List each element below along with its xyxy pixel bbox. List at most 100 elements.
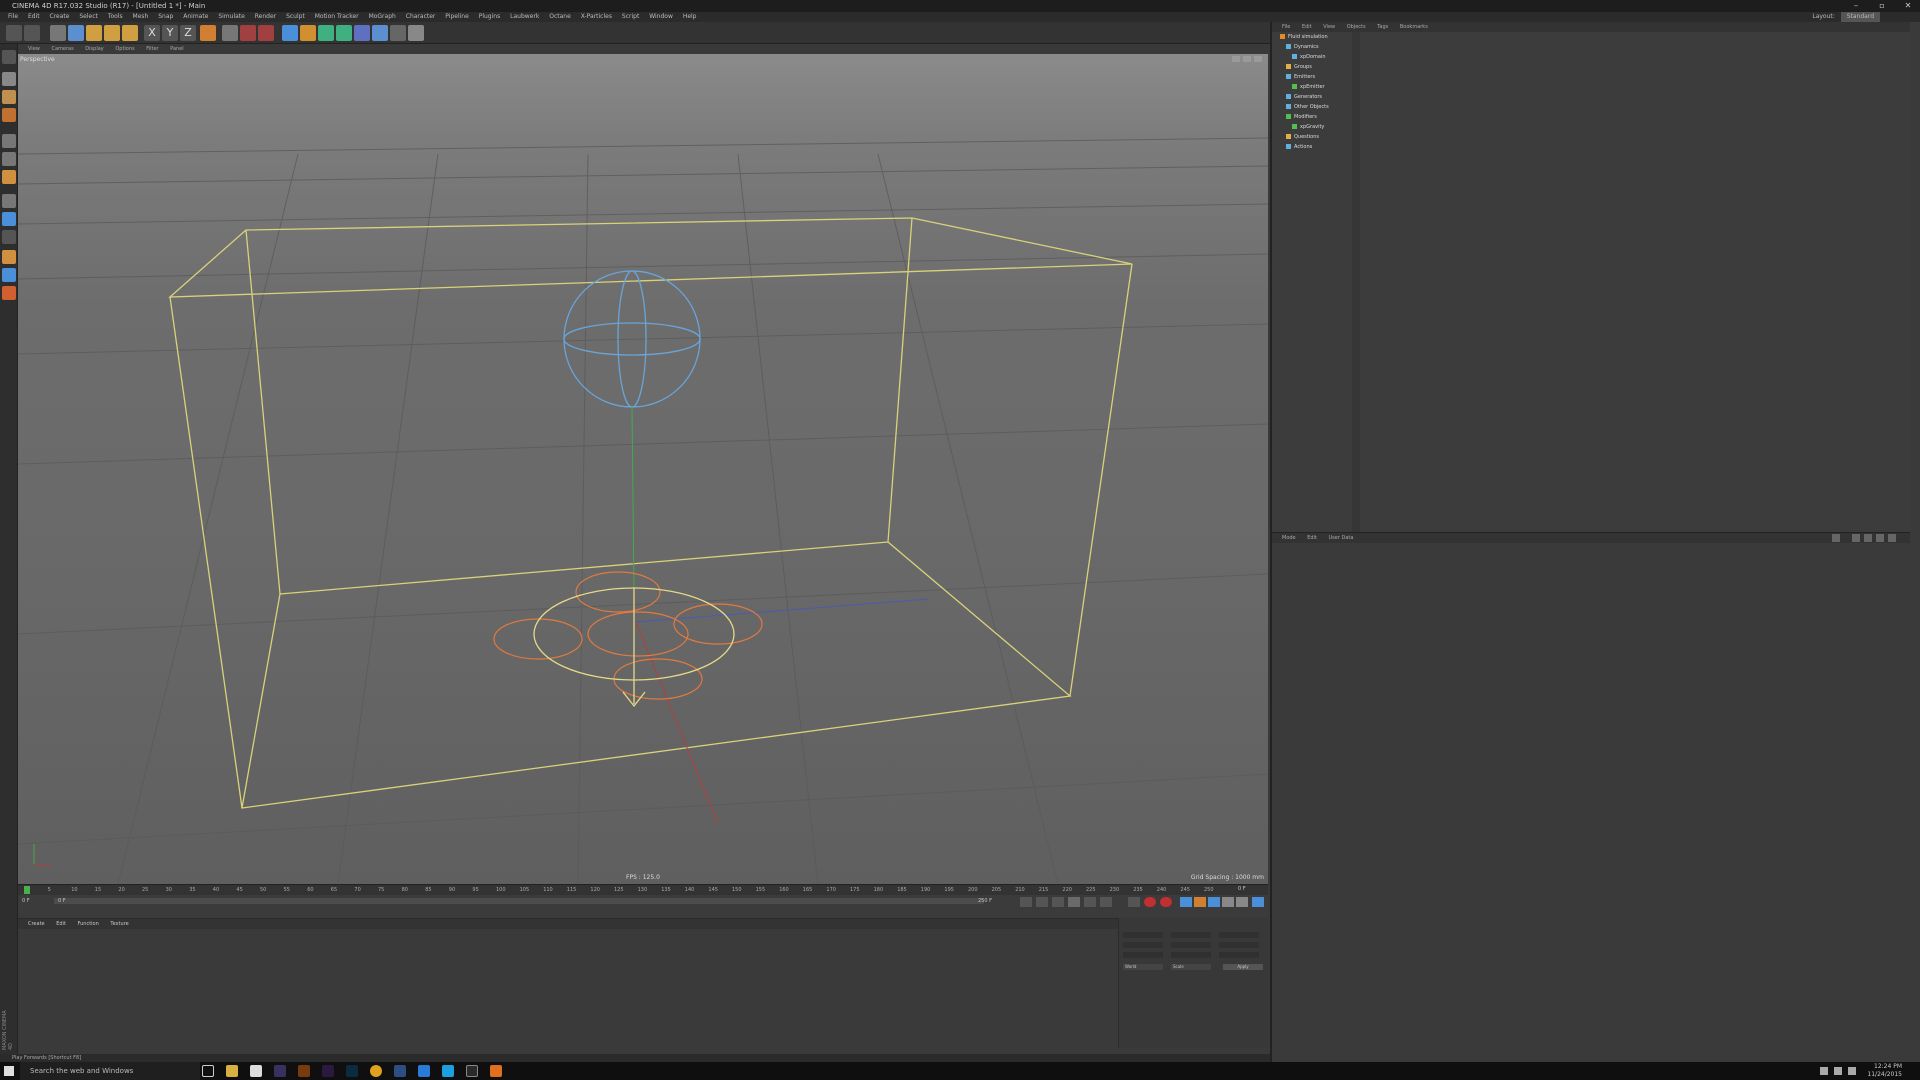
- recent-tool-icon[interactable]: [122, 25, 138, 41]
- end-frame[interactable]: 250 F: [978, 898, 992, 904]
- deformer-icon[interactable]: [354, 25, 370, 41]
- live-selection-icon[interactable]: [50, 25, 66, 41]
- obj-menu-edit[interactable]: Edit: [1302, 24, 1312, 30]
- snap-icon[interactable]: [2, 230, 16, 244]
- previous-frame-icon[interactable]: [1052, 897, 1064, 907]
- floor-icon[interactable]: [372, 25, 388, 41]
- volume-icon[interactable]: [1834, 1067, 1842, 1075]
- task-view-icon[interactable]: [202, 1065, 214, 1077]
- lock-workplane-icon[interactable]: [2, 268, 16, 282]
- premiere-icon[interactable]: [322, 1065, 334, 1077]
- terminal-icon[interactable]: [466, 1065, 478, 1077]
- object-row[interactable]: Modifiers: [1286, 112, 1358, 122]
- rotation-h-field[interactable]: [1219, 932, 1259, 938]
- workplane-icon[interactable]: [2, 108, 16, 122]
- object-row[interactable]: Groups: [1286, 62, 1358, 72]
- axis-mode-icon[interactable]: [2, 194, 16, 208]
- menu-laubwerk[interactable]: Laubwerk: [510, 12, 539, 22]
- size-y-field[interactable]: [1171, 942, 1211, 948]
- menu-snap[interactable]: Snap: [158, 12, 173, 22]
- obj-menu-tags[interactable]: Tags: [1377, 24, 1388, 30]
- menu-select[interactable]: Select: [79, 12, 98, 22]
- domain-box[interactable]: [168, 217, 1133, 809]
- planar-workplane-icon[interactable]: [2, 286, 16, 300]
- object-row[interactable]: Actions: [1286, 142, 1358, 152]
- key-position-icon[interactable]: [1180, 897, 1192, 907]
- system-clock[interactable]: 12:24 PM 11/24/2015: [1867, 1063, 1902, 1079]
- menu-script[interactable]: Script: [622, 12, 639, 22]
- cinema4d-icon[interactable]: [394, 1065, 406, 1077]
- size-x-field[interactable]: [1171, 932, 1211, 938]
- cube-icon[interactable]: [282, 25, 298, 41]
- material-menu-create[interactable]: Create: [28, 921, 45, 927]
- render-view-icon[interactable]: [222, 25, 238, 41]
- obj-menu-file[interactable]: File: [1282, 24, 1290, 30]
- viewport-menu-view[interactable]: View: [28, 46, 40, 52]
- position-x-field[interactable]: [1123, 932, 1163, 938]
- object-row[interactable]: Emitters: [1286, 72, 1358, 82]
- lock-icon[interactable]: [1876, 534, 1884, 542]
- move-icon[interactable]: [68, 25, 84, 41]
- apply-button[interactable]: Apply: [1223, 964, 1263, 970]
- close-icon[interactable]: ✕: [1896, 0, 1920, 12]
- attr-menu-mode[interactable]: Mode: [1282, 535, 1296, 541]
- render-picture-viewer-icon[interactable]: [240, 25, 256, 41]
- model-mode-icon[interactable]: [2, 72, 16, 86]
- camera-icon[interactable]: [390, 25, 406, 41]
- points-mode-icon[interactable]: [2, 134, 16, 148]
- viewport-menu-options[interactable]: Options: [115, 46, 134, 52]
- key-pla-icon[interactable]: [1236, 897, 1248, 907]
- key-scale-icon[interactable]: [1208, 897, 1220, 907]
- polygons-mode-icon[interactable]: [2, 170, 16, 184]
- menu-window[interactable]: Window: [649, 12, 673, 22]
- object-row[interactable]: xpGravity: [1292, 122, 1358, 132]
- cloner-icon[interactable]: [336, 25, 352, 41]
- position-y-field[interactable]: [1123, 942, 1163, 948]
- key-rotation-icon[interactable]: [1194, 897, 1206, 907]
- back-arrow-icon[interactable]: [1832, 534, 1840, 542]
- timeline-ruler[interactable]: 0510152025303540455055606570758085909510…: [18, 885, 1268, 895]
- emitter-disc[interactable]: [533, 587, 735, 708]
- viewport-menu-panel[interactable]: Panel: [170, 46, 184, 52]
- record-icon[interactable]: [1144, 897, 1156, 907]
- search-icon[interactable]: [1864, 534, 1872, 542]
- tweak-mode-icon[interactable]: [2, 212, 16, 226]
- menu-pipeline[interactable]: Pipeline: [445, 12, 468, 22]
- minimize-icon[interactable]: –: [1844, 0, 1868, 12]
- start-frame[interactable]: 0 F: [22, 898, 30, 904]
- timeline-layout-icon[interactable]: [1252, 897, 1264, 907]
- photoshop-icon[interactable]: [346, 1065, 358, 1077]
- rotation-p-field[interactable]: [1219, 942, 1259, 948]
- search-box[interactable]: Search the web and Windows: [20, 1062, 200, 1080]
- menu-help[interactable]: Help: [683, 12, 697, 22]
- object-row[interactable]: Generators: [1286, 92, 1358, 102]
- menu-edit[interactable]: Edit: [28, 12, 40, 22]
- play-forwards-icon[interactable]: [1068, 897, 1080, 907]
- network-icon[interactable]: [1848, 1067, 1856, 1075]
- coordinate-system-icon[interactable]: [200, 25, 216, 41]
- new-window-icon[interactable]: [1888, 534, 1896, 542]
- viewport-nav-icons[interactable]: [1232, 56, 1262, 62]
- z-axis-icon[interactable]: Z: [180, 25, 196, 41]
- light-icon[interactable]: [408, 25, 424, 41]
- go-to-end-icon[interactable]: [1100, 897, 1112, 907]
- chrome-icon[interactable]: [370, 1065, 382, 1077]
- scale-dropdown[interactable]: Scale: [1171, 964, 1211, 970]
- redo-icon[interactable]: [24, 25, 40, 41]
- viewport-menu-filter[interactable]: Filter: [146, 46, 158, 52]
- after-effects-icon[interactable]: [274, 1065, 286, 1077]
- undo-icon[interactable]: [6, 25, 22, 41]
- layout-value[interactable]: Standard: [1840, 12, 1880, 22]
- object-row[interactable]: Fluid simulation: [1280, 32, 1358, 42]
- autokey-icon[interactable]: [1160, 897, 1172, 907]
- scale-icon[interactable]: [86, 25, 102, 41]
- material-menu-function[interactable]: Function: [78, 921, 99, 927]
- vlc-icon[interactable]: [490, 1065, 502, 1077]
- menu-create[interactable]: Create: [50, 12, 70, 22]
- go-to-start-icon[interactable]: [1020, 897, 1032, 907]
- object-row[interactable]: xpEmitter: [1292, 82, 1358, 92]
- edges-mode-icon[interactable]: [2, 152, 16, 166]
- x-axis-icon[interactable]: X: [144, 25, 160, 41]
- next-frame-icon[interactable]: [1084, 897, 1096, 907]
- y-axis-icon[interactable]: Y: [162, 25, 178, 41]
